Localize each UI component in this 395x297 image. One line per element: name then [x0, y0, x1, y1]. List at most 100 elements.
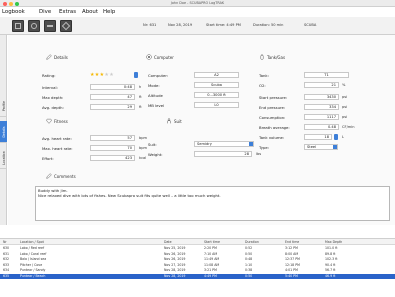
o2-label: O2: [259, 83, 266, 88]
column-header-nr[interactable]: Nr [3, 240, 7, 244]
chevron-down-icon [249, 142, 253, 146]
weight-label: Weight: [148, 152, 163, 157]
max-depth-label: Max depth: [42, 95, 64, 100]
tab-profile[interactable]: Profile [0, 95, 7, 117]
menu-about[interactable]: About [82, 9, 98, 15]
mode-label: Mode: [148, 83, 160, 88]
dive-list: Nr Location / Spot Date Start time Durat… [0, 238, 395, 297]
cell-start-time: 11:49 AM [204, 257, 220, 262]
dive-date: Nov 28, 2019 [168, 23, 193, 27]
dive-number: Nr: 631 [143, 23, 157, 27]
breath-average-field[interactable]: 0.48 [304, 124, 339, 130]
computer-icon[interactable] [28, 20, 40, 32]
cell-end-time: 12:18 PM [285, 262, 300, 267]
max-heart-rate-unit: bpm [139, 146, 148, 150]
delete-icon[interactable] [44, 20, 56, 32]
computer-label: Computer: [148, 73, 169, 78]
section-suit-title: Suit [174, 119, 182, 124]
dive-start-time: Start time: 4:49 PM [206, 23, 241, 27]
comments-textarea[interactable]: Buddy with Jim. Nice relaxed dive with l… [35, 186, 390, 221]
cell-max-depth: 56.7 ft [325, 268, 336, 273]
cell-end-time: 4:01 PM [285, 268, 298, 273]
cell-end-time: 5:40 PM [285, 273, 298, 278]
tank-label: Tank: [259, 73, 269, 78]
tank-field[interactable]: T1 [304, 72, 349, 78]
menu-dive[interactable]: Dive [39, 9, 51, 15]
altitude-label: Altitude [148, 93, 163, 98]
tab-details[interactable]: Details [0, 121, 7, 143]
menu-extras[interactable]: Extras [59, 9, 76, 15]
o2-field[interactable]: 21 [304, 82, 339, 88]
type-label: Type: [259, 145, 269, 150]
mode-field[interactable]: Scuba [194, 82, 239, 88]
comments-text: Buddy with Jim. Nice relaxed dive with l… [38, 188, 221, 198]
avg-heart-rate-label: Avg. heart rate: [42, 136, 72, 141]
cell-date: Nov 28, 2019 [164, 268, 186, 273]
side-tabs: Profile Details Location [0, 35, 7, 225]
tank-volume-stepper[interactable] [334, 134, 338, 140]
rating-stepper[interactable] [134, 72, 138, 78]
column-header-end-time[interactable]: End time [285, 240, 299, 244]
consumption-unit: psi [342, 115, 348, 119]
cell-start-time: 3:21 PM [204, 268, 217, 273]
o2-unit: % [342, 83, 346, 87]
column-header-location[interactable]: Location / Spot [20, 240, 44, 244]
logbook-icon[interactable] [12, 20, 24, 32]
altitude-field[interactable]: 0...3000 ft [194, 92, 239, 98]
start-pressure-unit: psi [342, 95, 348, 99]
avg-depth-label: Avg. depth: [42, 105, 64, 110]
mb-level-label: MB level [148, 103, 165, 108]
section-details-title: Details [54, 55, 68, 60]
avg-heart-rate-field[interactable]: 57 [90, 135, 135, 141]
cell-start-time: 2:20 PM [204, 246, 217, 251]
suit-icon [166, 118, 172, 124]
tank-volume-field[interactable]: 18 [304, 134, 332, 140]
cell-duration: 0:48 [245, 257, 253, 262]
section-computer-title: Computer [154, 55, 174, 60]
effort-field[interactable]: 423 [90, 155, 135, 161]
tank-type-select[interactable]: Steel [304, 144, 338, 150]
section-fitness-title: Fitness [54, 119, 68, 124]
breath-average-label: Breath average: [259, 125, 290, 130]
suit-label: Suit: [148, 142, 157, 147]
max-heart-rate-field[interactable]: 70 [90, 145, 135, 151]
effort-label: Effort: [42, 156, 54, 161]
cell-duration: 0:50 [245, 273, 253, 278]
cell-date: Nov 26, 2019 [164, 257, 186, 262]
mb-level-field[interactable]: L0 [194, 102, 239, 108]
start-pressure-field[interactable]: 3430 [304, 94, 339, 100]
cell-location: Puntear / Beach [20, 273, 46, 278]
suit-select[interactable]: Semidry [194, 141, 254, 147]
star-icon[interactable]: ★ [109, 72, 114, 78]
consumption-field[interactable]: 1117 [304, 114, 339, 120]
column-header-date[interactable]: Date [164, 240, 172, 244]
section-tank-title: Tank/Gas [267, 55, 286, 60]
effort-unit: kcal [139, 156, 147, 160]
chevron-down-icon [333, 145, 337, 149]
cell-nr: 635 [3, 273, 10, 278]
end-pressure-field[interactable]: 334 [304, 104, 339, 110]
cell-end-time: 3:12 PM [285, 246, 298, 251]
column-header-start-time[interactable]: Start time [204, 240, 220, 244]
tank-volume-unit: L [342, 135, 345, 139]
cell-duration: 0:50 [245, 251, 253, 256]
cell-max-depth: 89.8 ft [325, 251, 336, 256]
rating-stars[interactable]: ★★★★★ [90, 72, 114, 78]
cell-duration: 0:38 [245, 268, 253, 273]
max-depth-field[interactable]: 47 [90, 94, 135, 100]
consumption-label: Consumption: [259, 115, 286, 120]
column-header-duration[interactable]: Duration [245, 240, 259, 244]
cell-location: Puntear / Sandy [20, 268, 46, 273]
computer-field[interactable]: A2 [194, 72, 239, 78]
menu-logbook[interactable]: Logbook [2, 9, 25, 15]
breath-average-unit: CF/min [342, 125, 355, 129]
interval-field[interactable]: 0:48 [90, 84, 135, 90]
cell-end-time: 8:00 AM [285, 251, 299, 256]
table-row[interactable]: 635 Puntear / Beach Nov 28, 2019 4:49 PM 0:5… [0, 273, 395, 279]
weight-field[interactable]: 28 [194, 151, 252, 157]
settings-icon[interactable] [60, 20, 72, 32]
tab-location[interactable]: Location [0, 147, 7, 169]
menu-help[interactable]: Help [103, 9, 115, 15]
column-header-max-depth[interactable]: Max Depth [325, 240, 342, 244]
avg-depth-field[interactable]: 29 [90, 104, 135, 110]
